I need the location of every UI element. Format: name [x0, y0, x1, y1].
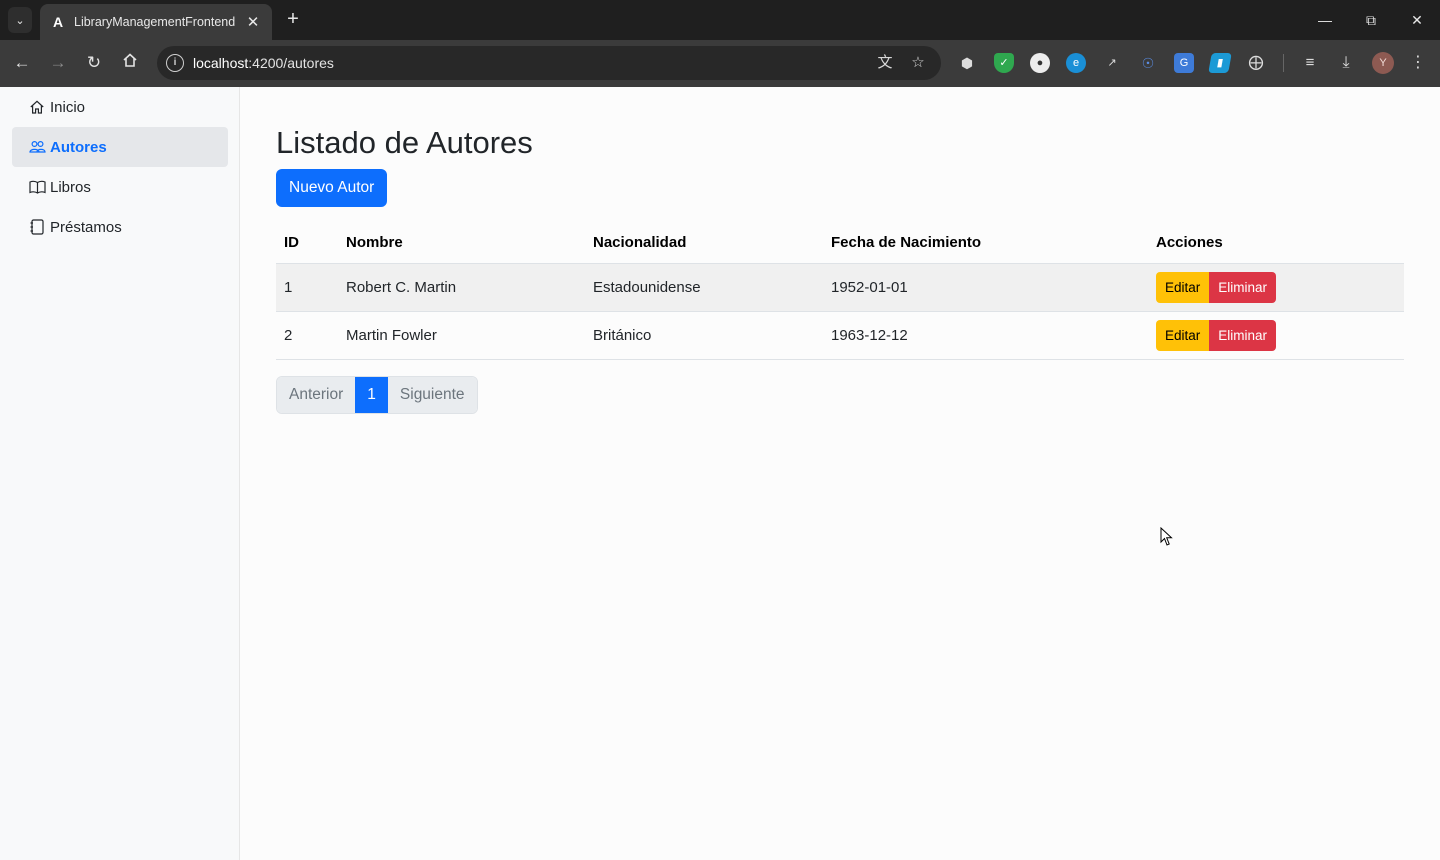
pen-extension-icon[interactable]: ↗: [1102, 53, 1122, 73]
browser-tab[interactable]: A LibraryManagementFrontend ✕: [40, 4, 272, 40]
sidebar: Inicio Autores Libros Préstamos: [0, 87, 240, 860]
table-row: 2 Martin Fowler Británico 1963-12-12 Edi…: [276, 311, 1404, 360]
puzzle-icon[interactable]: ⨁: [1246, 53, 1266, 73]
window-close-icon[interactable]: ✕: [1402, 8, 1432, 32]
restore-icon[interactable]: ⧉: [1356, 8, 1386, 32]
sidebar-item-label: Libros: [50, 178, 91, 196]
cell-nacionalidad: Estadounidense: [585, 263, 823, 312]
translate-extension-icon[interactable]: G: [1174, 53, 1194, 73]
cell-acciones: Editar Eliminar: [1148, 311, 1404, 360]
column-header-nacionalidad: Nacionalidad: [585, 223, 823, 264]
browser-tab-bar: ⌄ A LibraryManagementFrontend ✕ + — ⧉ ✕: [0, 0, 1440, 40]
download-icon[interactable]: ⤓: [1336, 53, 1356, 73]
new-tab-button[interactable]: +: [282, 8, 304, 30]
edit-button[interactable]: Editar: [1156, 319, 1210, 351]
circle-extension-icon[interactable]: ●: [1030, 53, 1050, 73]
pagination-prev[interactable]: Anterior: [277, 377, 356, 413]
toolbar-separator: [1283, 54, 1284, 72]
address-bar[interactable]: i localhost:4200/autores 文 ☆: [157, 46, 941, 80]
back-icon[interactable]: ←: [10, 51, 34, 75]
mouse-cursor-icon: [1160, 527, 1173, 546]
delete-button[interactable]: Eliminar: [1209, 271, 1277, 303]
translate-icon[interactable]: 文: [875, 53, 895, 73]
page-title: Listado de Autores: [276, 125, 533, 160]
people-icon: [28, 138, 46, 156]
cube-extension-icon[interactable]: ⬢: [957, 53, 977, 73]
globe-extension-icon[interactable]: ☉: [1138, 53, 1158, 73]
sidebar-item-prestamos[interactable]: Préstamos: [12, 207, 228, 247]
reload-icon[interactable]: ↻: [82, 51, 106, 75]
browser-toolbar: ← → ↻ i localhost:4200/autores 文 ☆ ⬢ ✓ ●…: [0, 40, 1440, 87]
journal-icon: [28, 218, 46, 236]
avatar[interactable]: Y: [1372, 52, 1394, 74]
tab-search-button[interactable]: ⌄: [8, 7, 32, 33]
cell-fecha: 1963-12-12: [823, 311, 1148, 360]
forward-icon[interactable]: →: [46, 51, 70, 75]
cell-acciones: Editar Eliminar: [1148, 263, 1404, 312]
pagination-page-current[interactable]: 1: [355, 377, 388, 413]
column-header-nombre: Nombre: [338, 223, 585, 264]
delete-button[interactable]: Eliminar: [1209, 319, 1277, 351]
house-icon: [28, 98, 46, 116]
url-text: localhost:4200/autores: [193, 55, 334, 71]
more-menu-icon[interactable]: ⋮: [1408, 53, 1428, 73]
chevron-down-icon: ⌄: [15, 14, 25, 27]
pagination: Anterior 1 Siguiente: [276, 376, 478, 414]
tab-title: LibraryManagementFrontend: [74, 15, 236, 29]
shield-extension-icon[interactable]: ✓: [994, 53, 1014, 73]
table-row: 1 Robert C. Martin Estadounidense 1952-0…: [276, 263, 1404, 312]
cell-fecha: 1952-01-01: [823, 263, 1148, 312]
sidebar-item-libros[interactable]: Libros: [12, 167, 228, 207]
cell-id: 1: [276, 263, 338, 312]
column-header-fecha: Fecha de Nacimiento: [823, 223, 1148, 264]
sidebar-item-label: Autores: [50, 138, 107, 156]
home-icon[interactable]: [118, 51, 142, 75]
close-icon[interactable]: ✕: [244, 13, 262, 31]
edge-extension-icon[interactable]: e: [1066, 53, 1086, 73]
minimize-icon[interactable]: —: [1310, 8, 1340, 32]
sidebar-item-label: Préstamos: [50, 218, 122, 236]
site-info-icon[interactable]: i: [166, 54, 184, 72]
table-header-row: ID Nombre Nacionalidad Fecha de Nacimien…: [276, 223, 1404, 264]
bookmark-star-icon[interactable]: ☆: [908, 53, 928, 73]
authors-table: ID Nombre Nacionalidad Fecha de Nacimien…: [276, 223, 1404, 360]
edit-button[interactable]: Editar: [1156, 271, 1210, 303]
pagination-next[interactable]: Siguiente: [387, 377, 477, 413]
blue-extension-icon[interactable]: ▮: [1208, 53, 1232, 73]
angular-icon: A: [52, 14, 64, 30]
new-author-button[interactable]: Nuevo Autor: [276, 169, 388, 207]
sidebar-item-autores[interactable]: Autores: [12, 127, 228, 167]
book-icon: [28, 178, 46, 196]
cell-nacionalidad: Británico: [585, 311, 823, 360]
column-header-acciones: Acciones: [1148, 223, 1404, 264]
cell-nombre: Martin Fowler: [338, 311, 585, 360]
sidebar-item-label: Inicio: [50, 98, 86, 116]
column-header-id: ID: [276, 223, 338, 264]
sidebar-item-inicio[interactable]: Inicio: [12, 87, 228, 127]
reading-list-icon[interactable]: ≡: [1300, 53, 1320, 73]
cell-nombre: Robert C. Martin: [338, 263, 585, 312]
cell-id: 2: [276, 311, 338, 360]
